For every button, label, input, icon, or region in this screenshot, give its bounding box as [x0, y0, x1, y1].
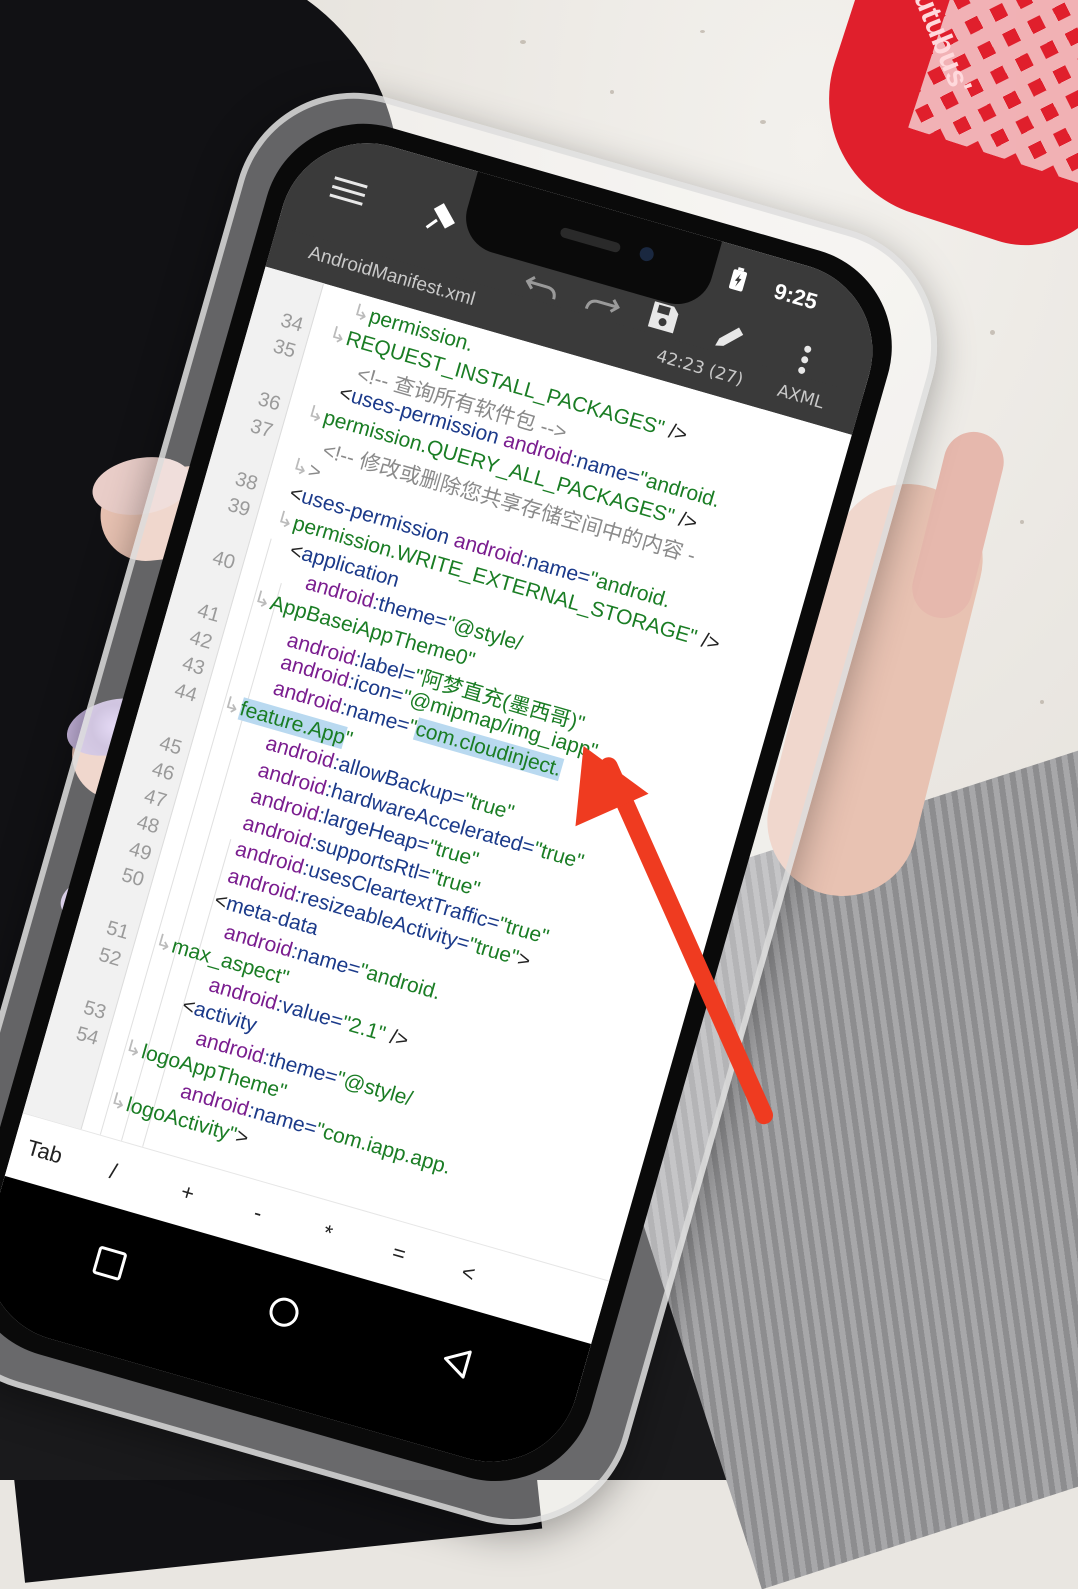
- symbol-key[interactable]: <: [458, 1259, 478, 1288]
- circle-home-icon[interactable]: [263, 1292, 304, 1335]
- code-token: "com.iapp.app.: [313, 1117, 454, 1179]
- pin-icon[interactable]: [416, 196, 462, 246]
- symbol-key[interactable]: Tab: [24, 1135, 65, 1170]
- status-time: 9:25: [771, 278, 821, 315]
- code-token: />: [381, 1023, 412, 1052]
- symbol-key[interactable]: =: [389, 1239, 409, 1268]
- code-token: :name=: [288, 939, 364, 981]
- code-token: />: [693, 627, 723, 656]
- symbol-key[interactable]: /: [107, 1158, 120, 1185]
- symbol-key[interactable]: -: [251, 1200, 265, 1227]
- code-token: :value=: [273, 992, 346, 1034]
- code-token: />: [670, 506, 700, 535]
- file-mode: AXML: [774, 380, 827, 414]
- triangle-back-icon[interactable]: [436, 1342, 477, 1385]
- code-token: "android.: [356, 958, 444, 1004]
- hamburger-menu-icon[interactable]: [327, 172, 369, 214]
- code-token: />: [660, 417, 691, 447]
- code-token: "@style/: [334, 1066, 416, 1111]
- symbol-key[interactable]: *: [320, 1219, 335, 1246]
- square-recents-icon[interactable]: [90, 1245, 128, 1286]
- code-token: "true": [531, 837, 587, 874]
- line-number: 40: [210, 546, 238, 575]
- front-camera: [638, 245, 656, 263]
- symbol-key[interactable]: +: [178, 1179, 197, 1208]
- battery-charging-icon: [726, 266, 750, 299]
- code-token: "2.1": [339, 1011, 389, 1046]
